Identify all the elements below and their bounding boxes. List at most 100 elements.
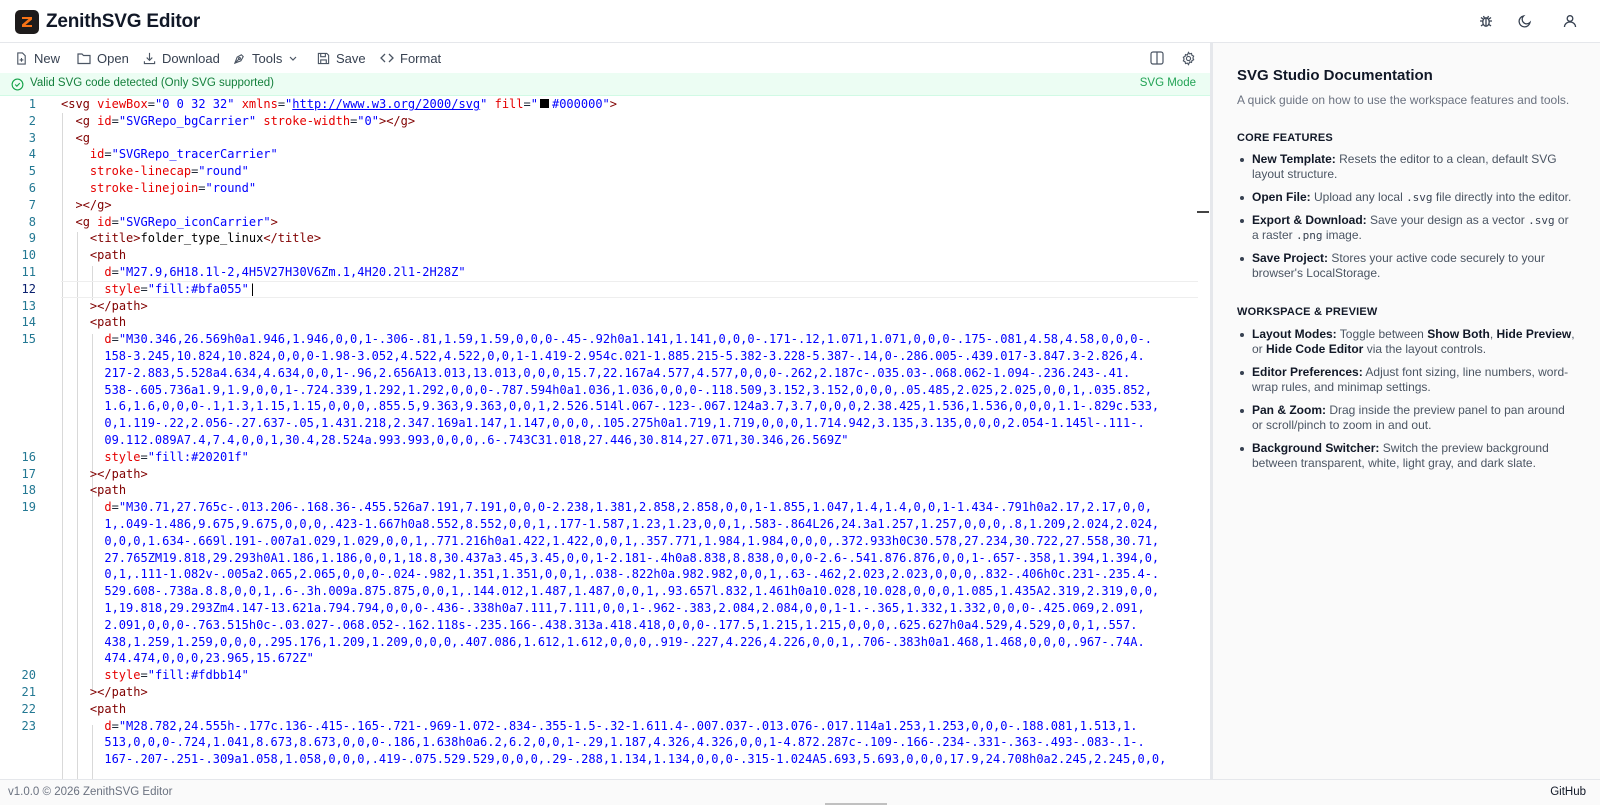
pen-tool-icon — [233, 53, 244, 64]
code-text: 538-.605.736a1.9,1.9,0,0,1-.724.339,1.29… — [104, 382, 1152, 397]
code-line[interactable]: 18 <path — [0, 482, 1198, 499]
code-line[interactable]: 529.608-.738a.8.8,0,0,1,.6-.3h.009a.875.… — [0, 583, 1198, 600]
code-line[interactable]: 474.474,0,0,0,23.965,15.672Z" — [0, 650, 1198, 667]
code-line[interactable]: 27.765ZM19.818,29.293h0A1.186,1.186,0,0,… — [0, 550, 1198, 567]
code-line[interactable]: 513,0,0,0-.724,1.041,8.673,8.673,0,0,0-.… — [0, 734, 1198, 751]
code-text: <title>folder_type_linux</title> — [89, 231, 322, 246]
format-button[interactable]: Format — [380, 50, 441, 66]
code-icon — [380, 53, 394, 63]
docs-list-item: Export & Download: Save your design as a… — [1237, 213, 1577, 243]
open-button[interactable]: Open — [77, 50, 129, 66]
workspace-features-list: Layout Modes: Toggle between Show Both, … — [1237, 327, 1577, 479]
code-text: d="M28.782,24.555h-.177c.136-.415-.165-.… — [104, 718, 1138, 733]
code-text: d="M30.71,27.765c-.013.206-.168.36-.455.… — [104, 500, 1152, 515]
settings-button[interactable] — [1181, 50, 1202, 66]
code-editor[interactable]: 1 <svg viewBox="0 0 32 32" xmlns="http://… — [0, 96, 1198, 779]
code-text: 158-3.245,10.824,10.824,0,0,0-1.98-3.052… — [104, 349, 1145, 363]
format-button-label: Format — [400, 50, 442, 66]
code-line[interactable]: 22 <path — [0, 701, 1198, 718]
line-number: 5 — [28, 164, 36, 179]
code-line[interactable]: 4 id="SVGRepo_tracerCarrier" — [0, 146, 1198, 163]
code-line[interactable]: 8 <g id="SVGRepo_iconCarrier"> — [0, 214, 1198, 231]
validation-status-bar: Valid SVG code detected (Only SVG suppor… — [0, 73, 1210, 96]
line-number: 10 — [21, 248, 36, 263]
code-line[interactable]: 11 d="M27.9,6H18.1l-2,4H5V27H30V6Zm.1,4H… — [0, 264, 1198, 281]
code-line[interactable]: 217-2.883,5.528a4.634,4.634,0,0,1-.96,2.… — [0, 365, 1198, 382]
code-text: 0,1.119-.22,2.056-.27.637-.05,1.431.218,… — [104, 416, 1145, 431]
code-line[interactable]: 2.091,0,0,0-.763.515h0c-.03.027-.068.052… — [0, 617, 1198, 634]
download-button[interactable]: Download — [143, 50, 220, 66]
code-line[interactable]: 438,1.259,1.259,0,0,0,.295.176,1.209,1.2… — [0, 634, 1198, 651]
app-footer: v1.0.0 © 2026 ZenithSVG Editor GitHub — [0, 779, 1600, 805]
line-number: 20 — [21, 668, 36, 683]
code-line[interactable]: 23 d="M28.782,24.555h-.177c.136-.415-.16… — [0, 718, 1198, 735]
code-line[interactable]: 16 style="fill:#20201f" — [0, 449, 1198, 466]
code-line[interactable]: 7 ></g> — [0, 197, 1198, 214]
code-text: 167-.207-.251-.309a1.058,1.058,0,0,0,.41… — [104, 752, 1167, 767]
code-line[interactable]: 12 style="fill:#bfa055"| — [0, 280, 1198, 298]
code-text: 217-2.883,5.528a4.634,4.634,0,0,1-.96,2.… — [104, 365, 1131, 380]
code-text: d="M27.9,6H18.1l-2,4H5V27H30V6Zm.1,4H20.… — [104, 265, 466, 279]
code-line[interactable]: 09.112.089A7.4,7.4,0,0,1,30.4,28.524a.99… — [0, 432, 1198, 449]
code-text: d="M30.346,26.569h0a1.946,1.946,0,0,1-.3… — [104, 332, 1152, 347]
code-line[interactable]: 2 <g id="SVGRepo_bgCarrier" stroke-width… — [0, 113, 1198, 130]
line-number: 15 — [21, 332, 36, 347]
code-text: <svg viewBox="0 0 32 32" xmlns="http://w… — [61, 97, 617, 111]
code-text: <path — [89, 315, 127, 330]
open-button-label: Open — [97, 50, 129, 66]
code-line[interactable]: 167-.207-.251-.309a1.058,1.058,0,0,0,.41… — [0, 751, 1198, 768]
tools-dropdown[interactable]: Tools — [233, 50, 298, 66]
code-line[interactable]: 9 <title>folder_type_linux</title> — [0, 230, 1198, 247]
tools-dropdown-label: Tools — [252, 50, 283, 66]
user-icon[interactable] — [1560, 11, 1580, 31]
code-line[interactable]: 6 stroke-linejoin="round" — [0, 180, 1198, 197]
code-text: 438,1.259,1.259,0,0,0,.295.176,1.209,1.2… — [104, 634, 1145, 649]
code-line[interactable]: 17 ></path> — [0, 466, 1198, 483]
line-number: 14 — [21, 315, 36, 330]
code-line[interactable]: 1,19.818,29.293Zm4.147-13.621a.794.794,0… — [0, 600, 1198, 617]
line-number: 9 — [28, 231, 36, 246]
editor-toolbar: New Open Download Tools Save Format — [0, 43, 1210, 73]
code-line[interactable]: 1 <svg viewBox="0 0 32 32" xmlns="http://… — [0, 96, 1198, 113]
code-line[interactable]: 3 <g — [0, 130, 1198, 147]
save-button[interactable]: Save — [317, 50, 366, 66]
code-text: <path — [89, 248, 127, 263]
code-line[interactable]: 13 ></path> — [0, 298, 1198, 315]
code-line[interactable]: 15 d="M30.346,26.569h0a1.946,1.946,0,0,1… — [0, 331, 1198, 348]
moon-icon[interactable] — [1515, 11, 1535, 31]
code-line[interactable]: 19 d="M30.71,27.765c-.013.206-.168.36-.4… — [0, 499, 1198, 516]
line-number: 22 — [21, 701, 36, 716]
chevron-down-icon — [289, 56, 297, 61]
code-line[interactable]: 1,.049-1.486,9.675,9.675,0,0,0,.423-1.66… — [0, 516, 1198, 533]
save-icon — [317, 52, 330, 64]
new-button-label: New — [34, 50, 61, 66]
folder-icon — [77, 52, 91, 64]
code-text: style="fill:#20201f" — [104, 449, 249, 464]
bug-icon[interactable] — [1476, 11, 1496, 31]
code-line[interactable]: 21 ></path> — [0, 684, 1198, 701]
save-button-label: Save — [336, 50, 366, 66]
code-line[interactable]: 0,1,.111-1.082v-.005a2.065,2.065,0,0,0-.… — [0, 566, 1198, 583]
code-line[interactable]: 20 style="fill:#fdbb14" — [0, 667, 1198, 684]
new-button[interactable]: New — [15, 50, 60, 66]
line-number: 1 — [28, 97, 36, 111]
mode-indicator: SVG Mode — [1139, 77, 1196, 89]
code-text: style="fill:#fdbb14" — [104, 668, 249, 683]
code-line[interactable]: 538-.605.736a1.9,1.9,0,0,1-.724.339,1.29… — [0, 382, 1198, 399]
layout-toggle-button[interactable] — [1150, 50, 1170, 66]
code-line[interactable]: 0,1.119-.22,2.056-.27.637-.05,1.431.218,… — [0, 415, 1198, 432]
github-link[interactable]: GitHub — [1550, 786, 1586, 798]
check-circle-icon — [11, 78, 24, 91]
code-text: 0,0,0,1.634-.669l.191-.007a1.029,1.029,0… — [104, 533, 1160, 548]
code-line[interactable]: 14 <path — [0, 314, 1198, 331]
app-header: ZenithSVG Editor — [0, 0, 1600, 43]
line-number: 13 — [21, 298, 36, 313]
code-text: stroke-linecap="round" — [89, 164, 249, 179]
code-line[interactable]: 5 stroke-linecap="round" — [0, 163, 1198, 180]
code-line[interactable]: 10 <path — [0, 247, 1198, 264]
line-number: 17 — [21, 466, 36, 481]
code-line[interactable]: 0,0,0,1.634-.669l.191-.007a1.029,1.029,0… — [0, 533, 1198, 550]
code-line[interactable]: 158-3.245,10.824,10.824,0,0,0-1.98-3.052… — [0, 348, 1198, 365]
code-line[interactable]: 1.6,1.6,0,0,0-.1,1.3,1.15,1.15,0,0,0,.85… — [0, 398, 1198, 415]
line-number: 19 — [21, 500, 36, 515]
